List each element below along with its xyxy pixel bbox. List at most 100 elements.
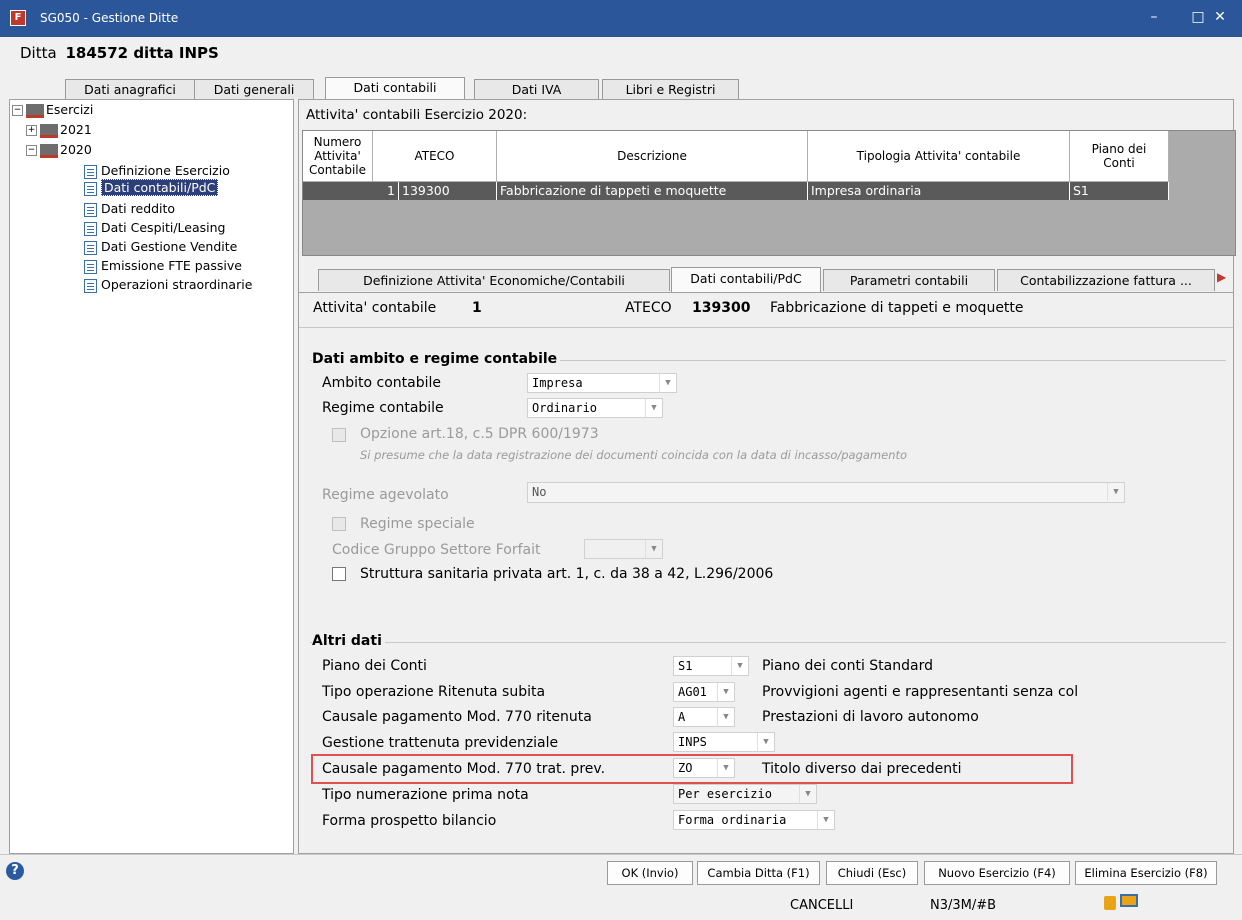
monitor-icon (1120, 894, 1138, 907)
grid-cell-ateco[interactable]: 139300 (399, 182, 497, 200)
esercizi-tree[interactable]: − Esercizi +2021 − 2020 Definizione Eserci… (9, 99, 294, 854)
tab-dati-generali[interactable]: Dati generali (194, 79, 314, 99)
chiudi-button[interactable]: Chiudi (Esc) (826, 861, 918, 885)
piano-conti-value: S1 (678, 659, 693, 673)
grid-cell-piano[interactable]: S1 (1070, 182, 1169, 200)
subtab-parametri-contabili[interactable]: Parametri contabili (823, 269, 995, 291)
chevron-down-icon: ▼ (817, 811, 834, 829)
tree-item-dati-cespiti-leasing[interactable]: Dati Cespiti/Leasing (84, 220, 226, 236)
folder-icon (40, 143, 58, 158)
close-button[interactable]: ✕ (1198, 0, 1242, 37)
app-icon: F (10, 10, 26, 26)
causale-ritenuta-select[interactable]: A ▼ (673, 707, 735, 727)
tree-item-definizione-esercizio[interactable]: Definizione Esercizio (84, 163, 230, 179)
agevolato-select[interactable]: No ▼ (527, 482, 1125, 503)
folder-icon (40, 123, 58, 138)
subtab-divider (299, 292, 1233, 293)
tab-dati-iva[interactable]: Dati IVA (474, 79, 599, 99)
section-title-altri-dati: Altri dati (312, 633, 385, 649)
prospetto-select[interactable]: Forma ordinaria ▼ (673, 810, 835, 830)
ritenuta-subita-select[interactable]: AG01 ▼ (673, 682, 735, 702)
ritenuta-subita-desc: Provvigioni agenti e rappresentanti senz… (762, 684, 1079, 700)
tree-root-label: Esercizi (46, 102, 94, 117)
chevron-down-icon: ▼ (757, 733, 774, 751)
chevron-down-icon: ▼ (717, 683, 734, 701)
regime-select[interactable]: Ordinario ▼ (527, 398, 663, 418)
causale-trattenuta-select[interactable]: ZO ▼ (673, 758, 735, 778)
tree-item-dati-contabili-pdc[interactable]: Dati contabili/PdC (84, 179, 219, 196)
window-title: SG050 - Gestione Ditte (40, 11, 179, 25)
tree-year-2020[interactable]: − 2020 (26, 142, 92, 158)
regime-speciale-label: Regime speciale (360, 516, 475, 532)
forfait-select[interactable]: ▼ (584, 539, 663, 559)
ambito-select[interactable]: Impresa ▼ (527, 373, 677, 393)
expand-icon[interactable]: + (26, 125, 37, 136)
document-icon (84, 202, 97, 217)
opzione-checkbox[interactable] (332, 428, 346, 442)
tree-year-2021[interactable]: +2021 (26, 122, 92, 138)
database-icon (1104, 896, 1116, 910)
ambito-value: Impresa (532, 376, 583, 390)
gestione-trattenuta-value: INPS (678, 735, 707, 749)
chevron-down-icon: ▼ (717, 708, 734, 726)
collapse-icon[interactable]: − (26, 145, 37, 156)
sanitaria-checkbox[interactable] (332, 567, 346, 581)
causale-ritenuta-desc: Prestazioni di lavoro autonomo (762, 709, 979, 725)
ateco-description: Fabbricazione di tappeti e moquette (770, 300, 1024, 316)
gestione-trattenuta-select[interactable]: INPS ▼ (673, 732, 775, 752)
grid-header-numero[interactable]: Numero Attivita' Contabile (303, 131, 373, 182)
tree-item-operazioni-straordinarie[interactable]: Operazioni straordinarie (84, 277, 252, 293)
subtab-dati-contabili-pdc[interactable]: Dati contabili/PdC (671, 267, 821, 292)
section-divider (310, 642, 1226, 643)
grid-caption: Attivita' contabili Esercizio 2020: (306, 107, 528, 123)
activity-grid[interactable]: Numero Attivita' Contabile ATECO Descriz… (302, 130, 1236, 256)
grid-header-filler (1169, 131, 1235, 182)
tab-libri-registri[interactable]: Libri e Registri (602, 79, 739, 99)
ritenuta-subita-label: Tipo operazione Ritenuta subita (322, 684, 546, 700)
tree-item-label: Definizione Esercizio (101, 163, 230, 178)
grid-header-piano[interactable]: Piano dei Conti (1070, 131, 1169, 182)
tab-dati-contabili[interactable]: Dati contabili (325, 77, 465, 101)
causale-trattenuta-desc: Titolo diverso dai precedenti (762, 761, 962, 777)
collapse-icon[interactable]: − (12, 105, 23, 116)
ditta-value: 184572 ditta INPS (65, 44, 219, 62)
grid-header-ateco[interactable]: ATECO (373, 131, 497, 182)
piano-conti-select[interactable]: S1 ▼ (673, 656, 749, 676)
tree-item-dati-gestione-vendite[interactable]: Dati Gestione Vendite (84, 239, 237, 255)
help-icon[interactable]: ? (6, 862, 24, 880)
subtab-contabilizzazione-fattura[interactable]: Contabilizzazione fattura ... (997, 269, 1215, 291)
tree-root[interactable]: − Esercizi (12, 102, 93, 118)
forfait-label: Codice Gruppo Settore Forfait (332, 542, 541, 558)
causale-ritenuta-label: Causale pagamento Mod. 770 ritenuta (322, 709, 592, 725)
nuovo-esercizio-button[interactable]: Nuovo Esercizio (F4) (924, 861, 1070, 885)
numerazione-label: Tipo numerazione prima nota (322, 787, 529, 803)
grid-cell-numero[interactable]: 1 (303, 182, 399, 200)
grid-cell-tipologia[interactable]: Impresa ordinaria (808, 182, 1070, 200)
grid-header-descrizione[interactable]: Descrizione (497, 131, 808, 182)
elimina-esercizio-button[interactable]: Elimina Esercizio (F8) (1075, 861, 1217, 885)
tree-item-label: Dati reddito (101, 201, 176, 216)
grid-header-tipologia[interactable]: Tipologia Attivita' contabile (808, 131, 1070, 182)
ritenuta-subita-value: AG01 (678, 685, 707, 699)
chevron-down-icon: ▼ (645, 399, 662, 417)
regime-speciale-checkbox[interactable] (332, 517, 346, 531)
sanitaria-label: Struttura sanitaria privata art. 1, c. d… (360, 566, 774, 582)
tab-dati-anagrafici[interactable]: Dati anagrafici (65, 79, 195, 99)
subtab-definizione-attivita[interactable]: Definizione Attivita' Economiche/Contabi… (318, 269, 670, 291)
grid-cell-descrizione[interactable]: Fabbricazione di tappeti e moquette (497, 182, 808, 200)
chevron-down-icon: ▼ (799, 785, 816, 803)
opzione-label: Opzione art.18, c.5 DPR 600/1973 (360, 426, 599, 442)
numerazione-select[interactable]: Per esercizio ▼ (673, 784, 817, 804)
status-code: N3/3M/#B (930, 898, 997, 913)
activity-label: Attivita' contabile (313, 300, 437, 316)
cambia-ditta-button[interactable]: Cambia Ditta (F1) (697, 861, 820, 885)
chevron-down-icon: ▼ (645, 540, 662, 558)
minimize-button[interactable]: – (1132, 0, 1176, 37)
scroll-right-arrow-icon[interactable]: ▶ (1217, 270, 1226, 284)
tree-item-emissione-fte-passive[interactable]: Emissione FTE passive (84, 258, 242, 274)
tree-item-dati-reddito[interactable]: Dati reddito (84, 201, 175, 217)
info-divider (299, 327, 1233, 328)
ok-button[interactable]: OK (Invio) (607, 861, 693, 885)
causale-trattenuta-value: ZO (678, 761, 693, 775)
folder-icon (26, 103, 44, 118)
